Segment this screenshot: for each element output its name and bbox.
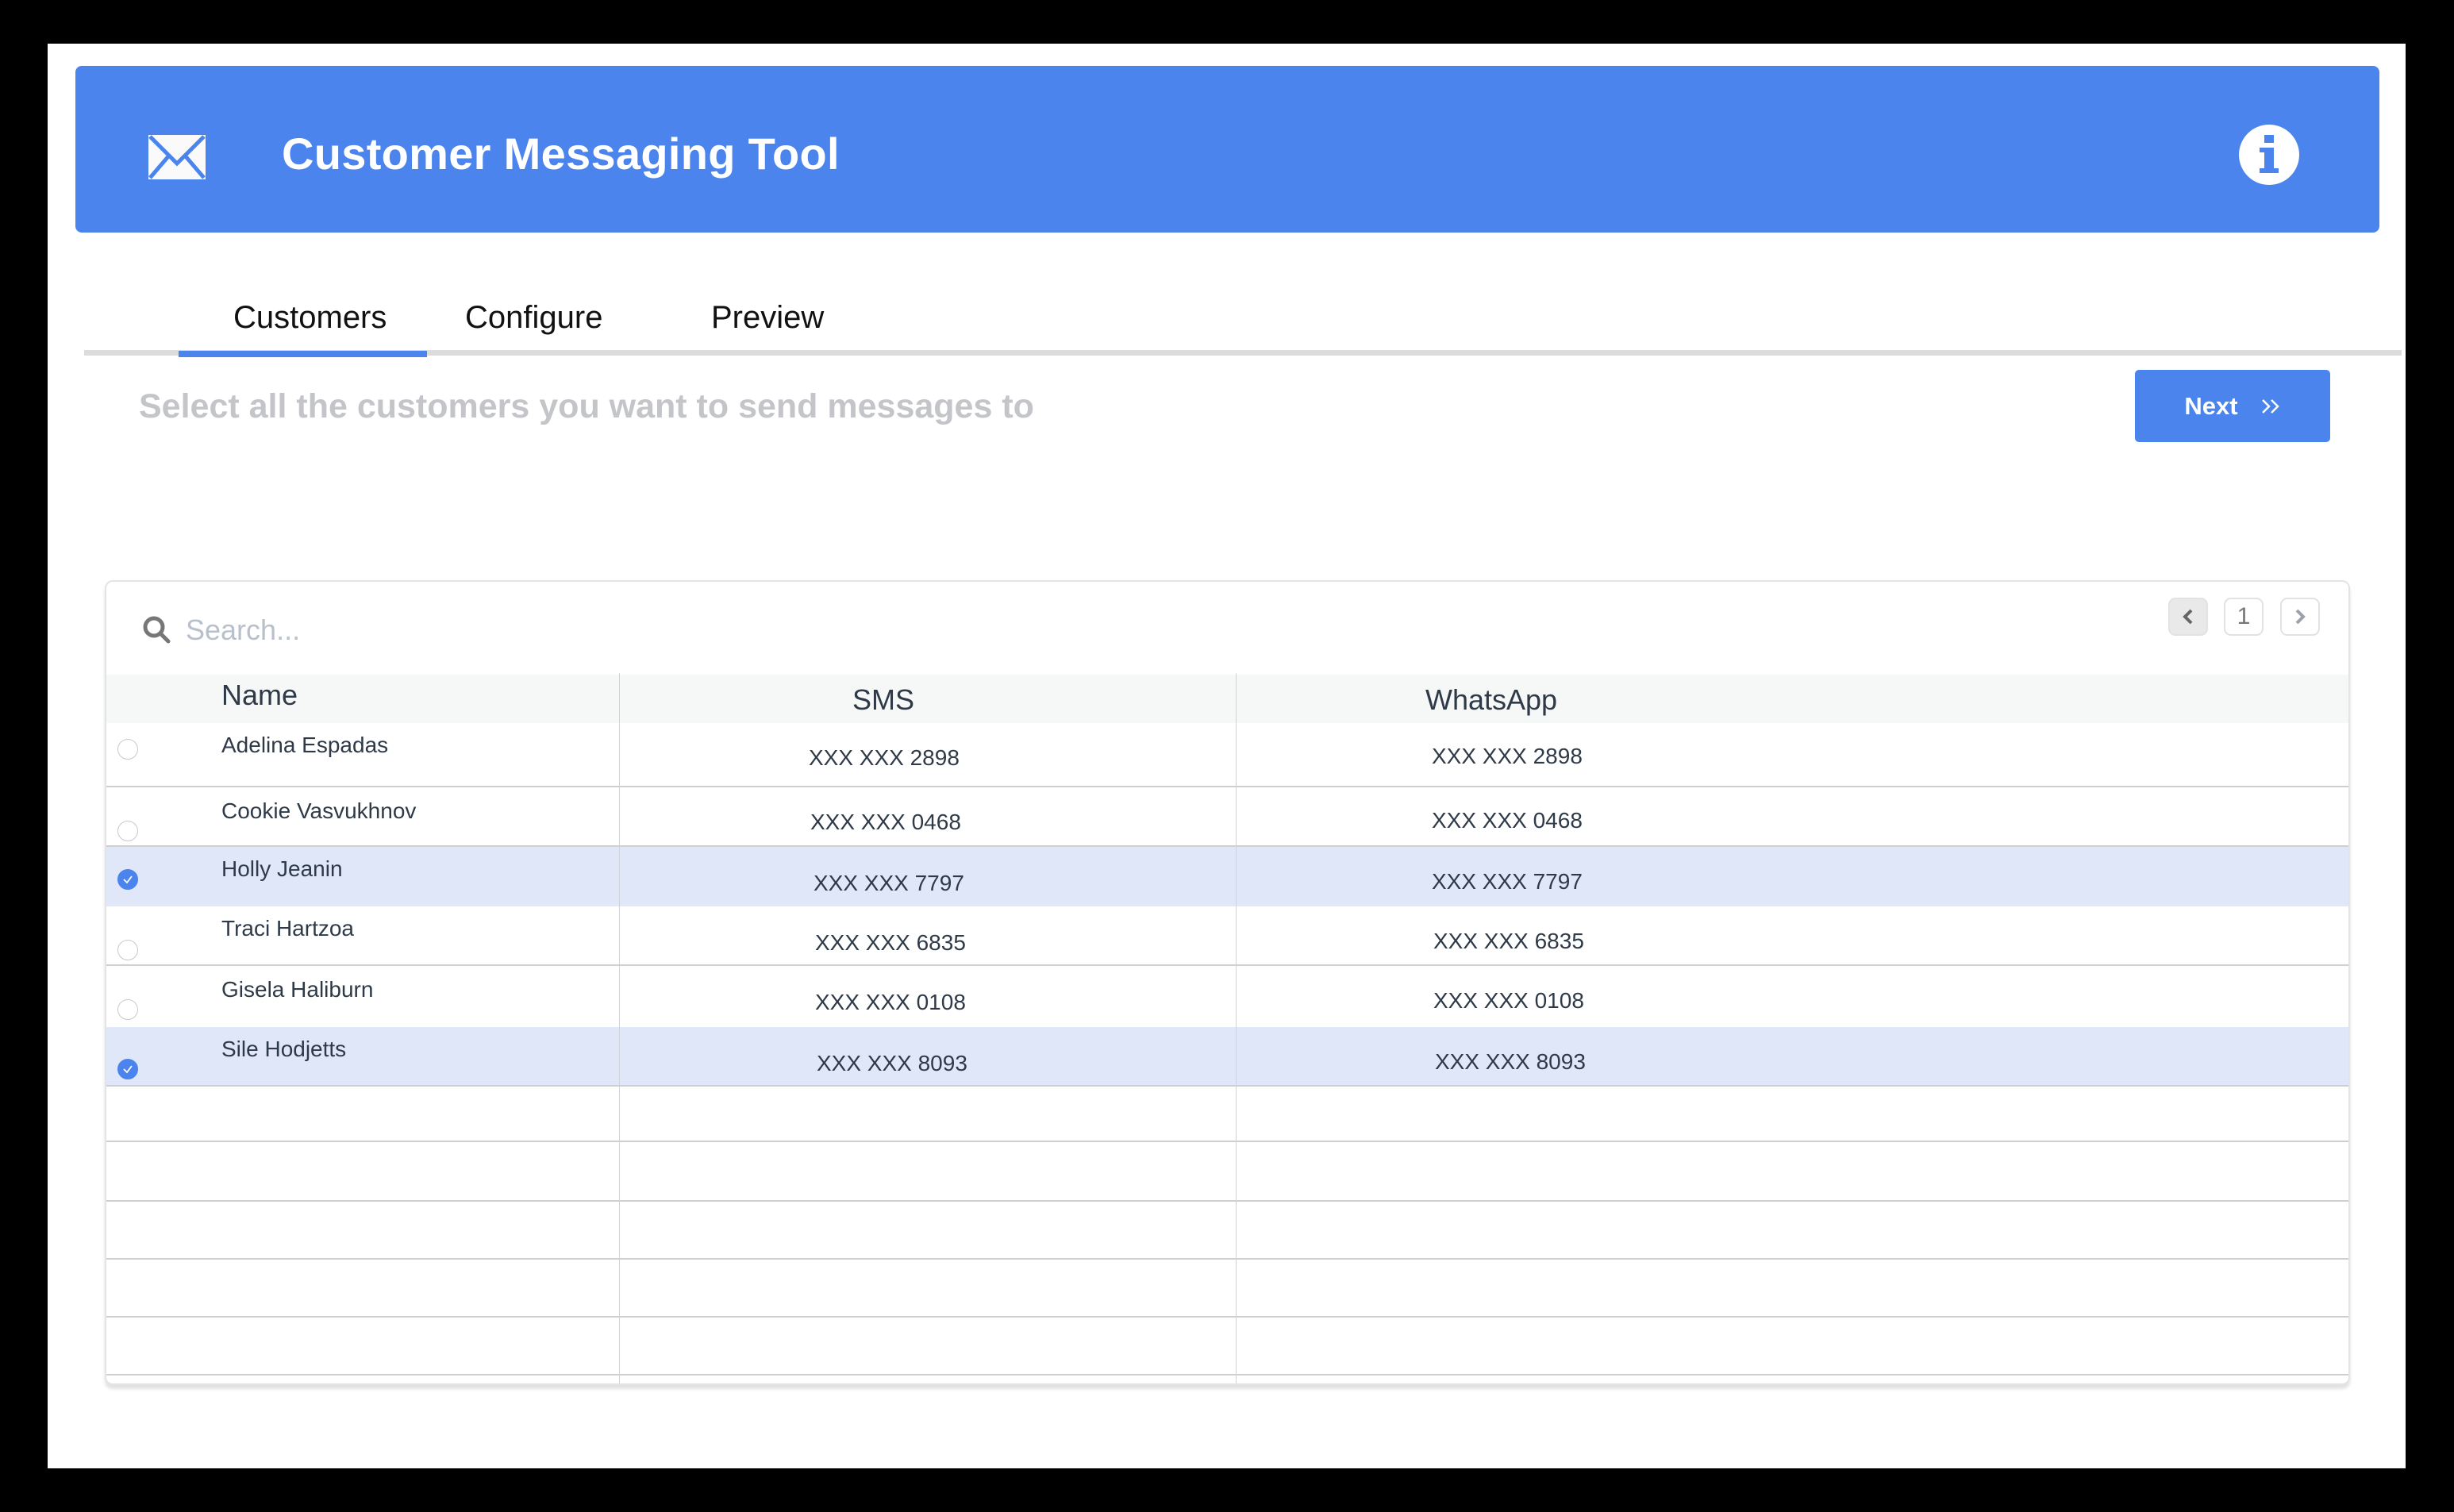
cell-whatsapp: XXX XXX 6835 bbox=[1433, 929, 1584, 953]
double-chevron-right-icon bbox=[2261, 398, 2279, 414]
cell-sms: XXX XXX 0108 bbox=[815, 990, 966, 1014]
page-instructions: Select all the customers you want to sen… bbox=[139, 387, 1034, 425]
table-row[interactable]: Holly Jeanin XXX XXX 7797 XXX XXX 7797 bbox=[106, 847, 2348, 906]
cell-name: Sile Hodjetts bbox=[221, 1037, 347, 1061]
search-input[interactable] bbox=[184, 606, 902, 655]
cell-sms: XXX XXX 8093 bbox=[817, 1051, 967, 1075]
chevron-right-icon bbox=[2295, 609, 2306, 625]
empty-table-row bbox=[106, 1202, 2348, 1260]
next-button[interactable]: Next bbox=[2135, 370, 2330, 442]
current-page[interactable]: 1 bbox=[2224, 598, 2264, 636]
empty-table-row bbox=[106, 1260, 2348, 1318]
table-header: Name SMS WhatsApp bbox=[106, 675, 2348, 723]
cell-whatsapp: XXX XXX 7797 bbox=[1432, 869, 1583, 894]
column-divider bbox=[1236, 673, 1237, 1383]
tab-bar-divider bbox=[84, 350, 2402, 356]
table-row[interactable]: Gisela Haliburn XXX XXX 0108 XXX XXX 0108 bbox=[106, 966, 2348, 1027]
table-row[interactable]: Sile Hodjetts XXX XXX 8093 XXX XXX 8093 bbox=[106, 1027, 2348, 1087]
customer-table-card: 1 Name SMS WhatsApp Adelina Espadas XXX X… bbox=[105, 580, 2350, 1385]
row-checkbox[interactable] bbox=[117, 999, 138, 1020]
column-header-sms[interactable]: SMS bbox=[852, 683, 914, 718]
row-checkbox[interactable] bbox=[117, 821, 138, 841]
cell-sms: XXX XXX 7797 bbox=[814, 871, 964, 895]
next-page-button[interactable] bbox=[2280, 598, 2320, 636]
cell-name: Traci Hartzoa bbox=[221, 916, 355, 941]
active-tab-indicator bbox=[179, 351, 427, 357]
cell-whatsapp: XXX XXX 0468 bbox=[1432, 808, 1583, 833]
table-row[interactable]: Adelina Espadas XXX XXX 2898 XXX XXX 2898 bbox=[106, 723, 2348, 787]
cell-name: Adelina Espadas bbox=[221, 733, 389, 757]
tab-customers[interactable]: Customers bbox=[233, 295, 387, 340]
cell-name: Cookie Vasvukhnov bbox=[221, 798, 417, 823]
info-icon[interactable] bbox=[2238, 124, 2300, 186]
row-checkbox-checked[interactable] bbox=[117, 869, 138, 890]
tab-configure[interactable]: Configure bbox=[465, 295, 602, 340]
column-divider bbox=[619, 673, 620, 1383]
tab-preview[interactable]: Preview bbox=[711, 295, 824, 340]
empty-table-row bbox=[106, 1318, 2348, 1375]
cell-sms: XXX XXX 0468 bbox=[810, 810, 961, 834]
table-row[interactable]: Traci Hartzoa XXX XXX 6835 XXX XXX 6835 bbox=[106, 906, 2348, 966]
cell-name: Holly Jeanin bbox=[221, 856, 343, 881]
row-checkbox[interactable] bbox=[117, 940, 138, 960]
checkmark-icon bbox=[123, 875, 133, 884]
cell-whatsapp: XXX XXX 0108 bbox=[1433, 988, 1584, 1013]
empty-table-row bbox=[106, 1087, 2348, 1142]
checkmark-icon bbox=[123, 1065, 133, 1074]
cell-name: Gisela Haliburn bbox=[221, 977, 374, 1002]
cell-sms: XXX XXX 6835 bbox=[815, 930, 966, 955]
cell-whatsapp: XXX XXX 8093 bbox=[1435, 1049, 1586, 1074]
row-checkbox-checked[interactable] bbox=[117, 1059, 138, 1079]
next-button-label: Next bbox=[2184, 391, 2238, 420]
envelope-icon bbox=[148, 135, 206, 179]
row-checkbox[interactable] bbox=[117, 739, 138, 760]
cell-sms: XXX XXX 2898 bbox=[809, 745, 960, 770]
prev-page-button[interactable] bbox=[2168, 598, 2208, 636]
empty-table-row bbox=[106, 1142, 2348, 1202]
column-header-name[interactable]: Name bbox=[221, 678, 298, 713]
search-icon bbox=[143, 616, 171, 644]
cell-whatsapp: XXX XXX 2898 bbox=[1432, 744, 1583, 768]
table-row[interactable]: Cookie Vasvukhnov XXX XXX 0468 XXX XXX 046… bbox=[106, 787, 2348, 847]
chevron-left-icon bbox=[2183, 609, 2193, 625]
column-header-whatsapp[interactable]: WhatsApp bbox=[1425, 683, 1557, 718]
app-title: Customer Messaging Tool bbox=[282, 129, 840, 179]
